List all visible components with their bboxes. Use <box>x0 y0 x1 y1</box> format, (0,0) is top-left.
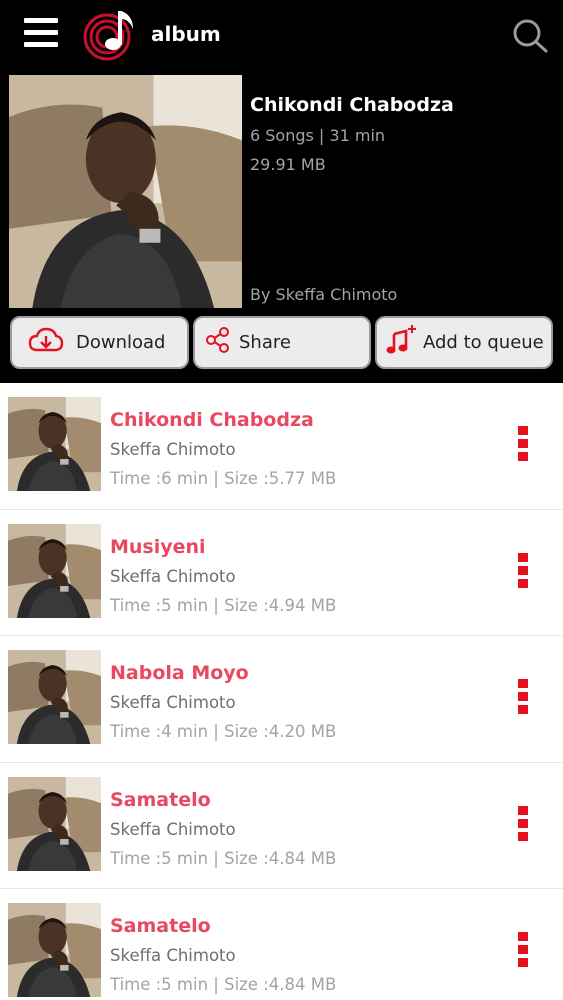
song-row[interactable]: Nabola Moyo Skeffa Chimoto Time :4 min |… <box>0 636 563 763</box>
album-artist: By Skeffa Chimoto <box>250 285 398 304</box>
menu-icon[interactable] <box>24 18 58 48</box>
song-meta: Time :5 min | Size :4.84 MB <box>110 848 337 868</box>
song-artist: Skeffa Chimoto <box>110 693 236 712</box>
album-size: 29.91 MB <box>250 155 326 174</box>
song-meta: Time :6 min | Size :5.77 MB <box>110 469 337 488</box>
song-title: Samatelo <box>110 788 211 811</box>
song-row[interactable]: Chikondi Chabodza Skeffa Chimoto Time :6… <box>0 383 563 510</box>
album-songs-meta: 6 Songs | 31 min <box>250 126 386 145</box>
song-thumbnail <box>8 776 101 871</box>
album-title: Chikondi Chabodza <box>250 94 454 116</box>
more-vertical-icon[interactable] <box>511 679 535 717</box>
song-thumbnail <box>8 903 101 997</box>
cloud-download-icon <box>28 326 64 359</box>
more-vertical-icon[interactable] <box>511 805 535 844</box>
download-label: Download <box>76 332 166 353</box>
page-title: album <box>151 22 221 46</box>
song-title: Chikondi Chabodza <box>110 409 314 431</box>
song-thumbnail <box>8 397 101 491</box>
more-vertical-icon[interactable] <box>511 932 535 970</box>
song-row[interactable]: Musiyeni Skeffa Chimoto Time :5 min | Si… <box>0 509 563 636</box>
song-thumbnail <box>8 650 101 744</box>
music-note-logo-icon <box>83 5 143 61</box>
share-button[interactable]: Share <box>193 316 371 369</box>
song-artist: Skeffa Chimoto <box>110 566 236 586</box>
album-cover-image <box>9 75 242 308</box>
song-artist: Skeffa Chimoto <box>110 946 236 965</box>
song-row[interactable]: Samatelo Skeffa Chimoto Time :5 min | Si… <box>0 889 563 1000</box>
album-header: album Chikondi Chabodza 6 Songs | 31 min… <box>0 0 563 383</box>
song-meta: Time :5 min | Size :4.94 MB <box>110 595 337 615</box>
song-title: Samatelo <box>110 915 211 937</box>
song-title: Musiyeni <box>110 535 206 558</box>
song-meta: Time :4 min | Size :4.20 MB <box>110 722 337 741</box>
song-meta: Time :5 min | Size :4.84 MB <box>110 975 337 994</box>
more-vertical-icon[interactable] <box>511 426 535 464</box>
add-to-queue-label: Add to queue <box>423 332 544 353</box>
song-thumbnail <box>8 523 101 618</box>
song-title: Nabola Moyo <box>110 662 249 684</box>
add-to-queue-button[interactable]: Add to queue <box>375 316 553 369</box>
share-icon <box>205 327 229 358</box>
add-to-queue-icon <box>385 324 417 361</box>
song-row[interactable]: Samatelo Skeffa Chimoto Time :5 min | Si… <box>0 762 563 889</box>
search-icon[interactable] <box>511 18 549 54</box>
song-list: Chikondi Chabodza Skeffa Chimoto Time :6… <box>0 383 563 1000</box>
download-button[interactable]: Download <box>10 316 189 369</box>
share-label: Share <box>239 332 291 353</box>
more-vertical-icon[interactable] <box>511 552 535 591</box>
song-artist: Skeffa Chimoto <box>110 440 236 459</box>
song-artist: Skeffa Chimoto <box>110 819 236 839</box>
